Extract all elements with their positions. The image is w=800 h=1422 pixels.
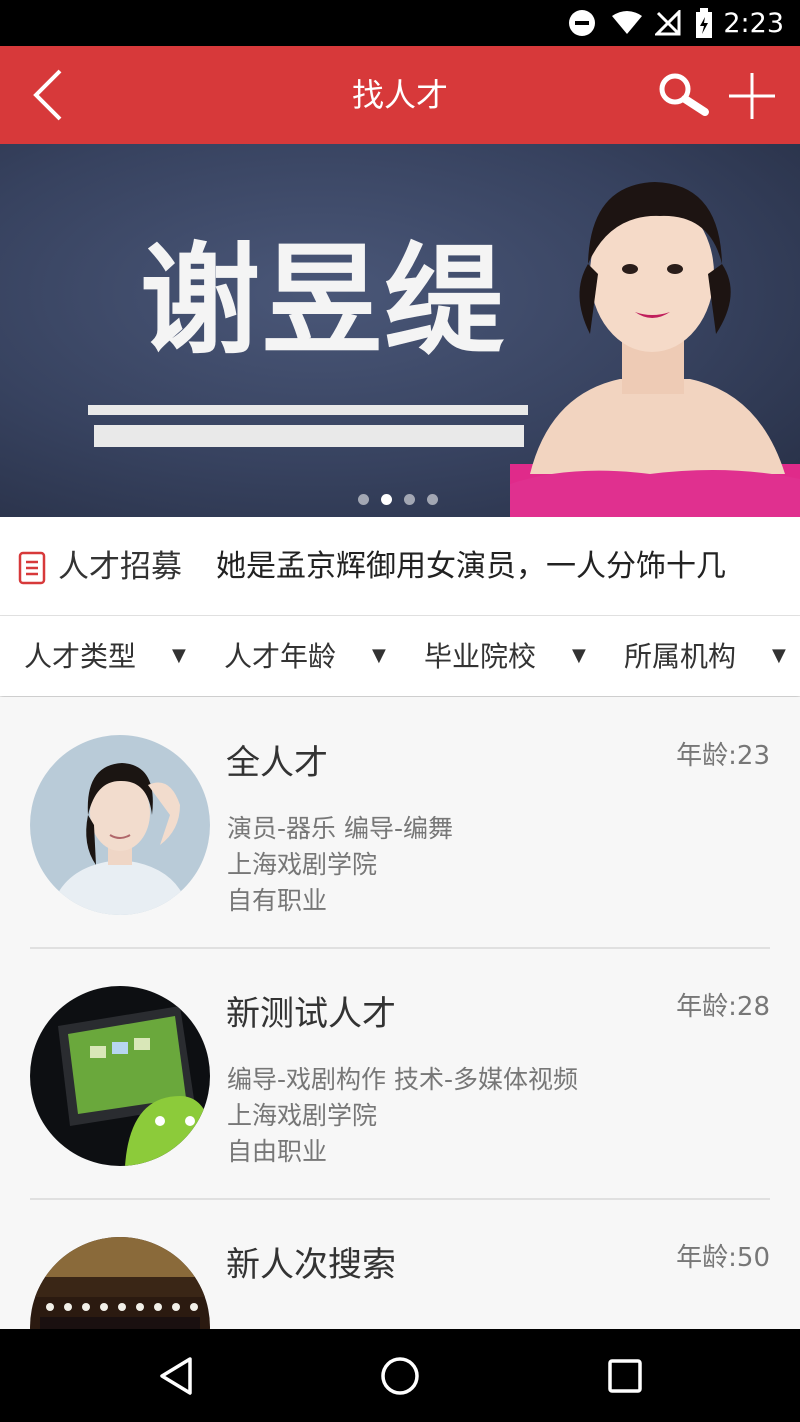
- status-time: 2:23: [723, 7, 784, 39]
- avatar: [30, 1237, 210, 1329]
- document-icon: [18, 551, 46, 585]
- talent-list[interactable]: 全人才 年龄:23 演员-器乐 编导-编舞 上海戏剧学院 自有职业 新测试人才 …: [0, 697, 800, 1329]
- system-nav-bar: [0, 1329, 800, 1422]
- filter-bar: 人才类型 ▼ 人才年龄 ▼ 毕业院校 ▼ 所属机构 ▼: [0, 616, 800, 696]
- talent-status: 自由职业: [227, 1137, 328, 1166]
- banner-portrait-image: [510, 182, 800, 517]
- dropdown-arrow-icon: ▼: [172, 645, 186, 666]
- list-item[interactable]: 新人次搜索 年龄:50: [0, 1199, 800, 1329]
- talent-school: 上海戏剧学院: [227, 1101, 378, 1130]
- talent-name: 新测试人才: [226, 994, 396, 1034]
- notice-ticker[interactable]: 人才招募 她是孟京辉御用女演员，一人分饰十几: [0, 517, 800, 616]
- talent-status: 自有职业: [227, 886, 328, 915]
- no-signal-icon: [655, 10, 681, 36]
- avatar: [30, 986, 210, 1166]
- search-icon: [659, 73, 709, 116]
- wifi-icon: [611, 10, 643, 36]
- back-arrow-icon: [33, 69, 62, 121]
- triangle-back-icon: [160, 1357, 192, 1395]
- do-not-disturb-icon: [567, 8, 597, 38]
- list-item[interactable]: 新测试人才 年龄:28 编导-戏剧构作 技术-多媒体视频 上海戏剧学院 自由职业: [0, 948, 800, 1200]
- notice-label: 人才招募: [58, 549, 182, 585]
- list-item[interactable]: 全人才 年龄:23 演员-器乐 编导-编舞 上海戏剧学院 自有职业: [0, 697, 800, 949]
- filter-school[interactable]: 毕业院校 ▼: [400, 616, 600, 696]
- talent-name: 新人次搜索: [226, 1245, 396, 1285]
- carousel-dot[interactable]: [404, 494, 415, 505]
- banner-stripe: [94, 425, 524, 447]
- circle-home-icon: [381, 1357, 419, 1395]
- nav-back-button[interactable]: [154, 1353, 200, 1399]
- dropdown-arrow-icon: ▼: [372, 645, 386, 666]
- filter-organization[interactable]: 所属机构 ▼: [600, 616, 800, 696]
- carousel-dot[interactable]: [427, 494, 438, 505]
- add-button[interactable]: [722, 66, 782, 126]
- dropdown-arrow-icon: ▼: [772, 645, 786, 666]
- talent-name: 全人才: [226, 743, 328, 783]
- filter-label: 毕业院校: [424, 640, 537, 673]
- talent-roles: 编导-戏剧构作 技术-多媒体视频: [227, 1065, 578, 1094]
- app-bar: 找人才: [0, 46, 800, 144]
- talent-age: 年龄:23: [676, 741, 770, 771]
- filter-talent-type[interactable]: 人才类型 ▼: [0, 616, 200, 696]
- plus-icon: [729, 73, 775, 119]
- banner-carousel[interactable]: 谢昱缇: [0, 144, 800, 517]
- square-recents-icon: [608, 1359, 642, 1393]
- search-button[interactable]: [652, 66, 712, 126]
- nav-recents-button[interactable]: [602, 1353, 648, 1399]
- talent-school: 上海戏剧学院: [227, 850, 378, 879]
- nav-home-button[interactable]: [377, 1353, 423, 1399]
- filter-label: 人才年龄: [224, 640, 337, 673]
- carousel-dot-active[interactable]: [381, 494, 392, 505]
- battery-icon: [695, 8, 713, 38]
- talent-age: 年龄:28: [676, 992, 770, 1022]
- back-button[interactable]: [22, 68, 76, 122]
- status-icons: 2:23: [567, 0, 784, 46]
- carousel-dot[interactable]: [358, 494, 369, 505]
- filter-label: 人才类型: [24, 640, 137, 673]
- filter-talent-age[interactable]: 人才年龄 ▼: [200, 616, 400, 696]
- filter-label: 所属机构: [624, 640, 737, 673]
- carousel-indicator: [358, 494, 438, 505]
- banner-title: 谢昱缇: [140, 230, 506, 371]
- banner-stripe: [88, 405, 528, 415]
- status-bar: 2:23: [0, 0, 800, 46]
- avatar: [30, 735, 210, 915]
- talent-roles: 演员-器乐 编导-编舞: [227, 814, 453, 843]
- talent-age: 年龄:50: [676, 1243, 770, 1273]
- dropdown-arrow-icon: ▼: [572, 645, 586, 666]
- notice-text[interactable]: 她是孟京辉御用女演员，一人分饰十几: [216, 517, 796, 617]
